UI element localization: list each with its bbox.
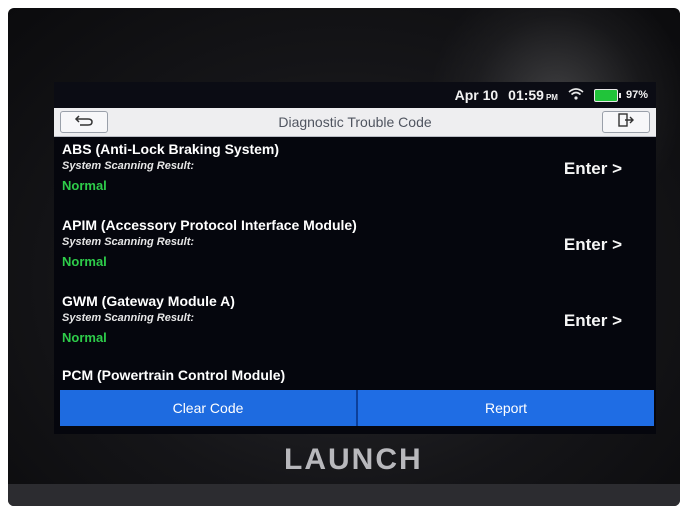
clear-code-button[interactable]: Clear Code: [60, 390, 358, 426]
list-item[interactable]: GWM (Gateway Module A) System Scanning R…: [54, 289, 656, 365]
module-status: Normal: [62, 254, 107, 269]
enter-button[interactable]: Enter >: [564, 159, 622, 179]
page-title: Diagnostic Trouble Code: [278, 114, 432, 130]
list-item[interactable]: PCM (Powertrain Control Module): [54, 365, 656, 385]
module-name: PCM (Powertrain Control Module): [62, 367, 286, 383]
wifi-icon: [568, 87, 584, 103]
status-date: Apr 10: [454, 87, 499, 103]
enter-button[interactable]: Enter >: [564, 235, 622, 255]
exit-button[interactable]: [602, 111, 650, 133]
module-list[interactable]: ABS (Anti-Lock Braking System) System Sc…: [54, 137, 656, 385]
report-button[interactable]: Report: [358, 390, 654, 426]
status-ampm: PM: [545, 93, 558, 102]
battery-percent: 97%: [625, 89, 648, 101]
module-name: GWM (Gateway Module A): [62, 293, 235, 309]
status-bar: Apr 10 01:59 PM 97%: [54, 82, 656, 108]
enter-button[interactable]: Enter >: [564, 311, 622, 331]
status-time-group: 01:59 PM: [508, 87, 558, 103]
back-arrow-icon: [74, 113, 94, 131]
brand-logo: LAUNCH: [284, 443, 423, 476]
exit-icon: [618, 112, 634, 132]
module-name: ABS (Anti-Lock Braking System): [62, 141, 280, 157]
status-time: 01:59: [508, 87, 544, 103]
list-item[interactable]: APIM (Accessory Protocol Interface Modul…: [54, 213, 656, 289]
back-button[interactable]: [60, 111, 108, 133]
battery-icon: [593, 88, 621, 102]
battery-indicator: 97%: [593, 88, 648, 102]
title-bar: Diagnostic Trouble Code: [54, 108, 656, 137]
module-name: APIM (Accessory Protocol Interface Modul…: [62, 217, 357, 233]
module-status: Normal: [62, 330, 107, 345]
module-status: Normal: [62, 178, 107, 193]
device-bezel-bottom: [8, 484, 680, 506]
device-photo: Apr 10 01:59 PM 97% Diagnostic Trouble C…: [8, 8, 680, 506]
device-screen: Apr 10 01:59 PM 97% Diagnostic Trouble C…: [54, 82, 656, 434]
list-item[interactable]: ABS (Anti-Lock Braking System) System Sc…: [54, 137, 656, 213]
action-bar: Clear Code Report: [60, 390, 654, 426]
